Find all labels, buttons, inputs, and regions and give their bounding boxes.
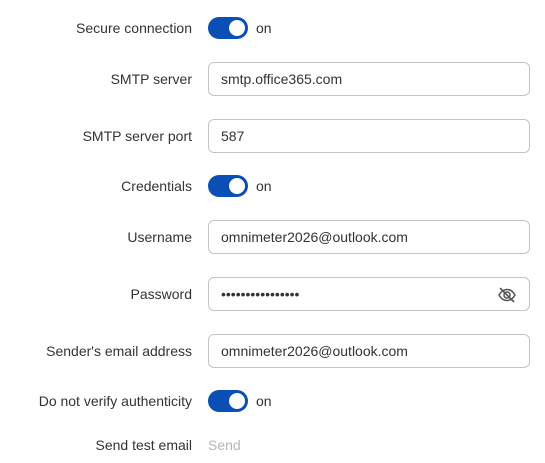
username-input[interactable] — [221, 228, 501, 246]
secure-connection-toggle[interactable] — [208, 17, 248, 39]
eye-slash-icon[interactable] — [497, 285, 517, 305]
smtp-server-label: SMTP server — [110, 71, 192, 87]
credentials-toggle[interactable] — [208, 175, 248, 197]
username-label: Username — [127, 229, 192, 245]
sender-email-input[interactable] — [221, 342, 501, 360]
password-field[interactable]: •••••••••••••••• — [208, 277, 530, 311]
smtp-port-label: SMTP server port — [82, 128, 192, 144]
password-label: Password — [130, 286, 192, 302]
smtp-port-field[interactable] — [208, 119, 530, 153]
no-verify-label: Do not verify authenticity — [38, 393, 192, 409]
send-test-label: Send test email — [95, 437, 193, 453]
toggle-knob — [229, 178, 245, 194]
toggle-knob — [229, 393, 245, 409]
sender-email-label: Sender's email address — [46, 343, 192, 359]
no-verify-state: on — [256, 393, 272, 409]
credentials-label: Credentials — [121, 178, 192, 194]
sender-email-field[interactable] — [208, 334, 530, 368]
username-field[interactable] — [208, 220, 530, 254]
smtp-server-input[interactable] — [221, 70, 501, 88]
smtp-server-field[interactable] — [208, 62, 530, 96]
smtp-port-input[interactable] — [221, 127, 501, 145]
no-verify-toggle[interactable] — [208, 390, 248, 412]
toggle-knob — [229, 20, 245, 36]
credentials-state: on — [256, 178, 272, 194]
send-test-link[interactable]: Send — [208, 436, 241, 454]
secure-connection-state: on — [256, 20, 272, 36]
secure-connection-label: Secure connection — [76, 20, 192, 36]
password-masked-value[interactable]: •••••••••••••••• — [221, 285, 299, 303]
